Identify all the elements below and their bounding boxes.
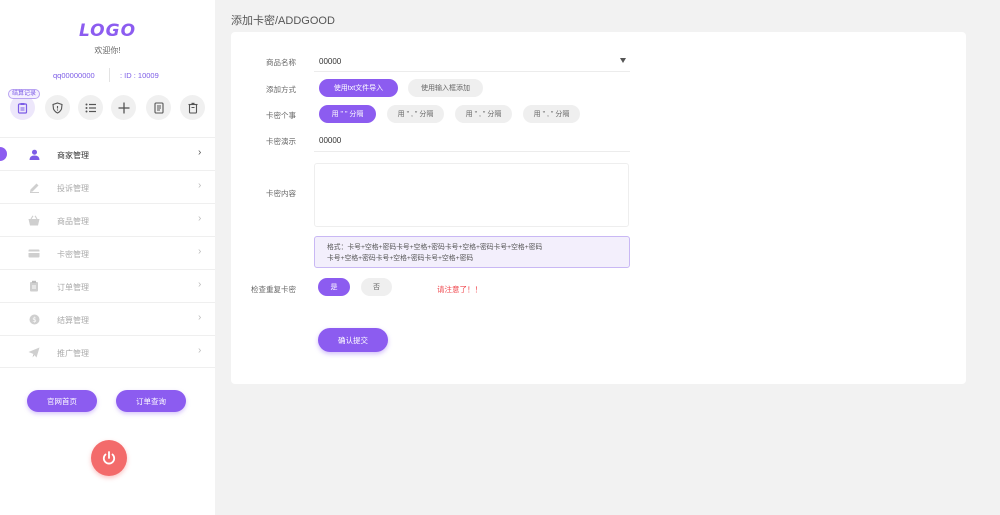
dup-no-button[interactable]: 否 (361, 278, 392, 296)
sidebar-item-merchant[interactable]: 商家管理 › (0, 137, 215, 170)
logo: LOGO (78, 21, 137, 41)
dup-check-label: 检查重复卡密 (251, 285, 296, 294)
separator-label: 卡密个事 (266, 111, 296, 120)
sidebar-item-label: 卡密管理 (57, 250, 89, 259)
paper-plane-icon (28, 346, 40, 358)
separator-space-button[interactable]: 用 " " 分隔 (319, 105, 376, 123)
divider (314, 151, 630, 152)
content-label: 卡密内容 (266, 189, 296, 198)
chevron-right-icon: › (198, 213, 202, 224)
input-box-button[interactable]: 使用输入框添加 (408, 79, 483, 97)
chevron-down-icon[interactable] (620, 58, 626, 63)
homepage-button[interactable]: 官网首页 (27, 390, 97, 412)
page-title: 添加卡密/ADDGOOD (231, 15, 335, 27)
chevron-right-icon: › (198, 345, 202, 356)
order-query-button[interactable]: 订单查询 (116, 390, 186, 412)
sidebar-item-products[interactable]: 商品管理 › (0, 203, 215, 236)
sidebar-item-complaints[interactable]: 投诉管理 › (0, 170, 215, 203)
divider (314, 71, 630, 72)
warning-text: 请注意了！！ (437, 285, 482, 294)
sidebar-item-label: 商家管理 (57, 151, 89, 160)
sidebar-item-cards[interactable]: 卡密管理 › (0, 236, 215, 269)
pencil-icon (28, 181, 40, 193)
plus-icon[interactable] (111, 95, 136, 120)
power-icon (102, 451, 116, 465)
document-icon[interactable] (146, 95, 171, 120)
side-menu: 商家管理 › 投诉管理 › 商品管理 › 卡密管理 › 订单管理 › $ 结算管… (0, 137, 215, 368)
chevron-right-icon: › (198, 279, 202, 290)
sidebar-item-label: 投诉管理 (57, 184, 89, 193)
separator-option-button[interactable]: 用 " , " 分隔 (523, 105, 580, 123)
welcome-text: 欢迎你! (94, 46, 121, 55)
separator-option-button[interactable]: 用 " , " 分隔 (455, 105, 512, 123)
hint-line: 格式：卡号+空格+密码卡号+空格+密码卡号+空格+密码卡号+空格+密码 (327, 244, 543, 251)
account-name: qq00000000 (53, 71, 95, 80)
sidebar-item-orders[interactable]: 订单管理 › (0, 269, 215, 302)
active-indicator (0, 147, 7, 161)
card-content-textarea[interactable] (314, 163, 629, 227)
basket-icon (28, 214, 40, 226)
card-icon (28, 247, 40, 259)
submit-button[interactable]: 确认提交 (318, 328, 388, 352)
chevron-right-icon: › (198, 180, 202, 191)
user-id: : ID : 10009 (120, 71, 159, 80)
demo-label: 卡密演示 (266, 137, 296, 146)
format-hint: 格式：卡号+空格+密码卡号+空格+密码卡号+空格+密码卡号+空格+密码 卡号+空… (314, 236, 630, 268)
divider (109, 68, 110, 82)
hint-line: 卡号+空格+密码卡号+空格+密码卡号+空格+密码 (327, 255, 474, 262)
product-select[interactable]: 00000 (319, 57, 341, 66)
coin-icon: $ (28, 313, 40, 325)
sidebar-item-promotion[interactable]: 推广管理 › (0, 335, 215, 368)
user-icon (28, 148, 40, 160)
chevron-right-icon: › (198, 147, 202, 158)
svg-text:$: $ (32, 316, 36, 324)
clipboard-icon (28, 280, 40, 292)
chevron-right-icon: › (198, 246, 202, 257)
chevron-right-icon: › (198, 312, 202, 323)
import-txt-button[interactable]: 使用txt文件导入 (319, 79, 398, 97)
method-label: 添加方式 (266, 85, 296, 94)
power-button[interactable] (91, 440, 127, 476)
sidebar-item-label: 订单管理 (57, 283, 89, 292)
trash-icon[interactable] (180, 95, 205, 120)
sidebar: LOGO 欢迎你! qq00000000 : ID : 10009 结算记录 商… (0, 0, 215, 515)
product-label: 商品名称 (266, 58, 296, 67)
quick-tag: 结算记录 (8, 89, 41, 99)
sidebar-item-settlement[interactable]: $ 结算管理 › (0, 302, 215, 335)
sidebar-item-label: 商品管理 (57, 217, 89, 226)
separator-option-button[interactable]: 用 " , " 分隔 (387, 105, 444, 123)
dup-yes-button[interactable]: 是 (318, 278, 350, 296)
demo-value: 00000 (319, 136, 342, 145)
sidebar-item-label: 结算管理 (57, 316, 89, 325)
shield-icon[interactable] (45, 95, 70, 120)
list-icon[interactable] (78, 95, 103, 120)
sidebar-item-label: 推广管理 (57, 349, 89, 358)
